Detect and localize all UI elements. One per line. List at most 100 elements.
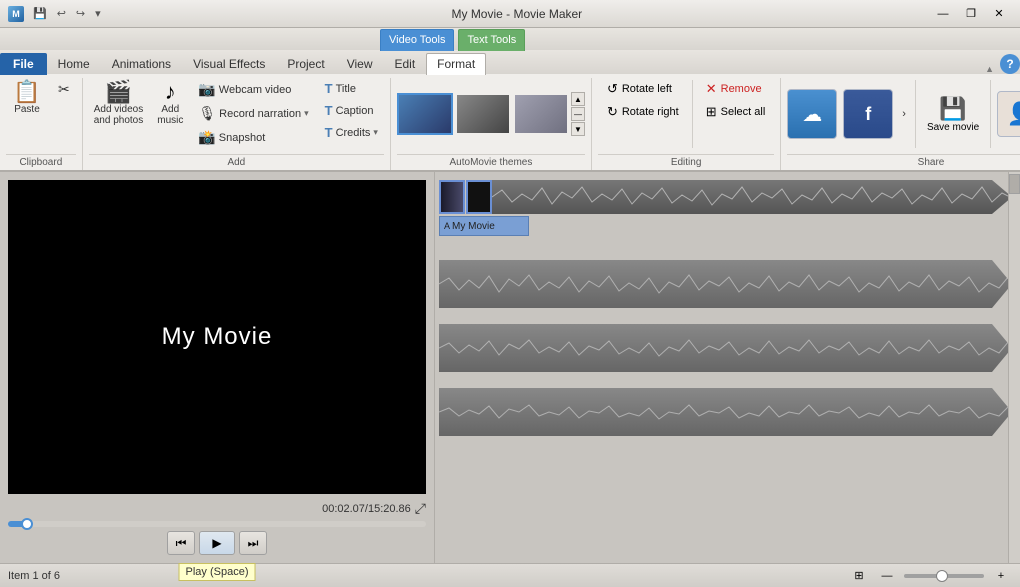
onedrive-button[interactable]: ☁ [787, 89, 837, 139]
select-all-icon: ⊞ [706, 104, 717, 120]
scrubber[interactable] [8, 521, 426, 527]
tab-edit[interactable]: Edit [383, 53, 426, 75]
save-movie-button[interactable]: 💾 Save movie [922, 91, 984, 138]
status-zoom-out-btn[interactable]: — [876, 567, 898, 585]
theme-item-1[interactable] [397, 93, 453, 135]
rotate-left-button[interactable]: ↺ Rotate left [598, 78, 688, 100]
play-btn[interactable]: ▶ [199, 531, 235, 555]
tab-visual-effects[interactable]: Visual Effects [182, 53, 276, 75]
theme-item-2[interactable] [455, 93, 511, 135]
tab-format[interactable]: Format [426, 53, 486, 75]
user-avatar-icon: 👤 [1006, 101, 1020, 127]
tab-file[interactable]: File [0, 53, 47, 75]
window-title: My Movie - Movie Maker [104, 7, 930, 21]
text-caption-clip[interactable]: A My Movie [439, 216, 529, 236]
caption-text: My Movie [452, 221, 495, 232]
timeline-scrollbar[interactable] [1008, 172, 1020, 563]
redo-btn[interactable]: ↪ [73, 6, 88, 21]
tab-text-tools[interactable]: Text Tools [458, 29, 525, 51]
group-share: ☁ f › 💾 Save movie 👤 Lewis Share [781, 78, 1020, 170]
undo-btn[interactable]: ↩ [54, 6, 69, 21]
caption-button[interactable]: T Caption [319, 100, 384, 121]
theme-scroll-controls: ▲ — ▼ [571, 92, 585, 136]
user-profile-button[interactable]: 👤 [997, 91, 1020, 137]
add-videos-button[interactable]: 🎬 Add videos and photos [89, 78, 149, 129]
group-automovie: ▲ — ▼ AutoMovie themes [391, 78, 592, 170]
track-main-3[interactable] [439, 324, 1012, 372]
close-btn[interactable]: ✕ [986, 4, 1012, 24]
add-videos-icon: 🎬 [105, 81, 132, 103]
select-all-button[interactable]: ⊞ Select all [697, 101, 775, 123]
help-btn[interactable]: ? [1000, 54, 1020, 74]
group-add: 🎬 Add videos and photos ♪ Add music 📷 We… [83, 78, 391, 170]
tab-video-tools[interactable]: Video Tools [380, 29, 454, 51]
theme-scroll-line[interactable]: — [571, 107, 585, 121]
status-view-btn-1[interactable]: ⊞ [848, 567, 870, 585]
tab-animations[interactable]: Animations [101, 53, 182, 75]
ribbon-collapse-btn[interactable]: ▲ [983, 64, 996, 74]
webcam-video-button[interactable]: 📷 Webcam video [192, 78, 314, 101]
zoom-thumb [936, 570, 948, 582]
record-narration-button[interactable]: 🎙 Record narration ▾ [192, 102, 314, 125]
timeline-scroll[interactable]: A My Movie [435, 172, 1020, 563]
track-main-1[interactable] [492, 180, 1012, 214]
add-music-button[interactable]: ♪ Add music [152, 78, 188, 129]
timeline-panel: A My Movie [435, 172, 1020, 563]
clip-1a[interactable] [439, 180, 465, 214]
timeline-track-2[interactable] [439, 260, 1012, 308]
ribbon-tabs-row: File Home Animations Visual Effects Proj… [0, 50, 1020, 74]
save-quick-btn[interactable]: 💾 [30, 6, 50, 21]
play-tooltip: Play (Space) [179, 563, 256, 581]
status-zoom-in-btn[interactable]: + [990, 567, 1012, 585]
mic-icon: 🎙 [198, 105, 216, 122]
remove-select-buttons: ✕ Remove ⊞ Select all [697, 78, 775, 123]
expand-preview-btn[interactable]: ⤢ [415, 500, 426, 517]
tab-home[interactable]: Home [47, 53, 101, 75]
minimize-btn[interactable]: — [930, 4, 956, 24]
ribbon: 📋 Paste ✂ Clipboard 🎬 Add videos and pho… [0, 74, 1020, 172]
window-controls: — ❐ ✕ [930, 4, 1012, 24]
tab-project[interactable]: Project [276, 53, 335, 75]
group-clipboard: 📋 Paste ✂ Clipboard [0, 78, 83, 170]
track-main-4[interactable] [439, 388, 1012, 436]
restore-btn[interactable]: ❐ [958, 4, 984, 24]
remove-button[interactable]: ✕ Remove [697, 78, 775, 100]
clip-1b[interactable] [466, 180, 492, 214]
share-scroll-right[interactable]: › [899, 107, 909, 121]
timeline-track-1[interactable]: A My Movie [439, 180, 1012, 236]
time-row: 00:02.07/15:20.86 ⤢ [8, 500, 426, 517]
customize-btn[interactable]: ▾ [92, 6, 104, 21]
add-music-icon: ♪ [165, 81, 176, 103]
cut-button[interactable]: ✂ [52, 78, 76, 101]
timeline-track-4[interactable] [439, 388, 1012, 436]
cut-icon: ✂ [58, 81, 70, 98]
credits-button[interactable]: T Credits ▾ [319, 122, 384, 143]
zoom-slider[interactable] [904, 574, 984, 578]
theme-item-3[interactable] [513, 93, 569, 135]
prev-frame-btn[interactable]: ⏮ [167, 531, 195, 555]
scrollbar-thumb[interactable] [1009, 174, 1020, 194]
rotate-right-button[interactable]: ↻ Rotate right [598, 101, 688, 123]
time-code: 00:02.07/15:20.86 [322, 503, 411, 515]
paste-button[interactable]: 📋 Paste [6, 78, 48, 118]
title-icon: T [325, 81, 333, 96]
snapshot-button[interactable]: 📸 Snapshot [192, 126, 314, 149]
rotate-right-icon: ↻ [607, 104, 618, 120]
tab-view[interactable]: View [336, 53, 384, 75]
timeline-track-3[interactable] [439, 324, 1012, 372]
next-frame-btn[interactable]: ⏭ [239, 531, 267, 555]
theme-scroll-down[interactable]: ▼ [571, 122, 585, 136]
facebook-button[interactable]: f [843, 89, 893, 139]
audio-wave-4 [439, 397, 1012, 427]
credits-dropdown-icon[interactable]: ▾ [373, 127, 378, 138]
narration-dropdown-icon[interactable]: ▾ [304, 108, 309, 119]
video-preview: My Movie [8, 180, 426, 494]
theme-scroll-up[interactable]: ▲ [571, 92, 585, 106]
caption-icon: T [325, 103, 333, 118]
track-main-2[interactable] [439, 260, 1012, 308]
webcam-icon: 📷 [198, 81, 215, 98]
app-icon: M [8, 6, 24, 22]
title-button[interactable]: T Title [319, 78, 384, 99]
add-col-text: T Title T Caption T Credits ▾ [319, 78, 384, 143]
transport-controls: ⏮ ▶ ⏭ Play (Space) [8, 531, 426, 555]
